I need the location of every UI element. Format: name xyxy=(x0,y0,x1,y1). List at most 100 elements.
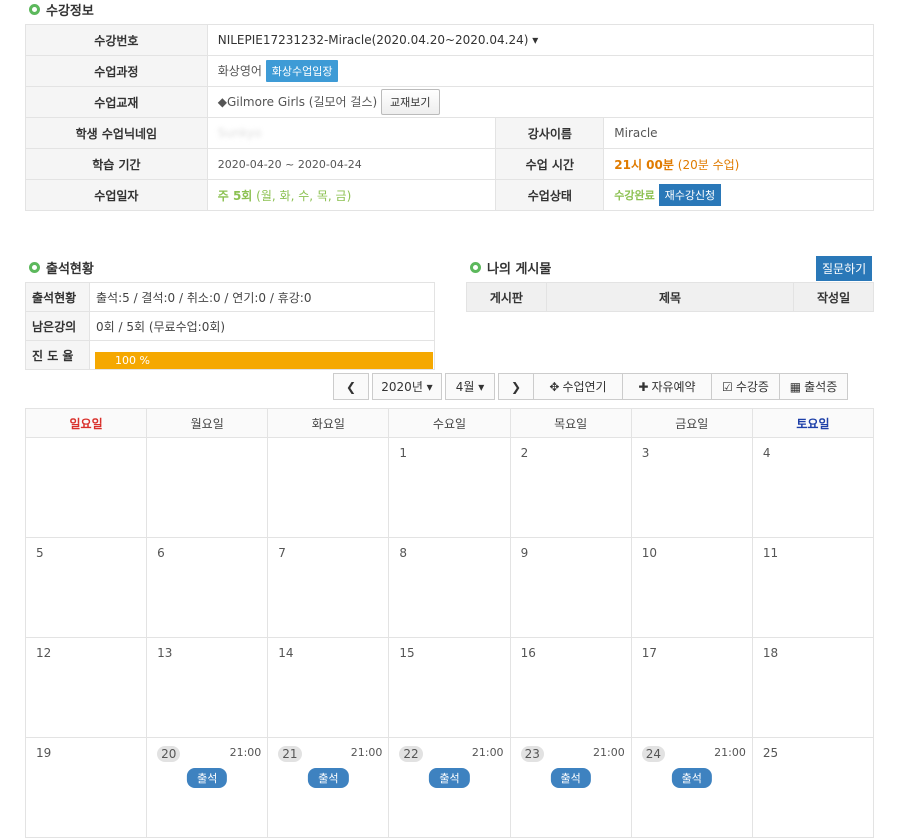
weekday-header: 금요일 xyxy=(630,408,753,438)
status-value: 수강완료 xyxy=(614,189,655,202)
prev-month-button[interactable]: ❮ xyxy=(333,373,369,400)
chevron-left-icon: ❮ xyxy=(345,379,357,394)
calendar-day-cell[interactable] xyxy=(267,437,390,538)
calendar-day-cell[interactable]: 4 xyxy=(751,437,875,538)
progress-label: 진 도 율 xyxy=(25,340,90,370)
class-time: 21:00 xyxy=(350,746,383,759)
period-value: 2020-04-20 ~ 2020-04-24 xyxy=(206,148,497,180)
calendar-day-cell[interactable]: 16 xyxy=(509,637,632,738)
posts-table: 게시판 제목 작성일 xyxy=(466,282,874,312)
circle-bullet-icon xyxy=(29,4,40,15)
weekday-header: 토요일 xyxy=(751,408,875,438)
attended-badge[interactable]: 출석 xyxy=(308,768,349,788)
next-month-button[interactable]: ❯ xyxy=(498,373,534,400)
posts-section-title: 나의 게시물 xyxy=(470,258,551,277)
calendar-day-cell[interactable]: 2 xyxy=(509,437,632,538)
attended-badge[interactable]: 출석 xyxy=(429,768,470,788)
attended-badge[interactable]: 출석 xyxy=(671,768,712,788)
day-number: 9 xyxy=(520,546,529,560)
attend-section-title: 출석현황 xyxy=(29,258,94,277)
calendar-day-cell[interactable]: 14 xyxy=(267,637,390,738)
enroll-no-label: 수강번호 xyxy=(25,24,208,56)
calendar-day-cell[interactable] xyxy=(146,437,269,538)
calendar-day-cell[interactable]: 24 21:00 출석 xyxy=(630,737,753,838)
calendar-day-cell[interactable]: 12 xyxy=(24,637,148,738)
day-number: 25 xyxy=(762,746,779,760)
day-number: 7 xyxy=(278,546,286,560)
progress-bar: 100 % xyxy=(95,352,433,369)
attended-badge[interactable]: 출석 xyxy=(550,768,591,788)
day-number: 21 xyxy=(278,746,302,762)
col-board: 게시판 xyxy=(466,282,547,312)
view-book-button[interactable]: 교재보기 xyxy=(381,89,440,115)
class-time: 21:00 xyxy=(471,746,504,759)
re-enroll-button[interactable]: 재수강신청 xyxy=(658,184,722,206)
calendar-day-cell[interactable]: 5 xyxy=(24,537,148,638)
enroll-section-title: 수강정보 xyxy=(29,0,94,19)
calendar-day-cell[interactable]: 22 21:00 출석 xyxy=(388,737,511,838)
attended-badge[interactable]: 출석 xyxy=(187,768,228,788)
day-number: 17 xyxy=(641,646,657,660)
certificate-button[interactable]: ☑ 수강증 xyxy=(711,373,780,400)
enroll-info-table: 수강번호 NILEPIE17231232-Miracle(2020.04.20~… xyxy=(25,24,875,211)
day-number: 8 xyxy=(399,546,408,560)
calendar-day-cell[interactable]: 17 xyxy=(630,637,753,738)
calendar-day-cell[interactable]: 6 xyxy=(146,537,269,638)
calendar-day-cell[interactable]: 8 xyxy=(388,537,511,638)
circle-bullet-icon xyxy=(29,262,40,273)
calendar-day-cell[interactable]: 9 xyxy=(509,537,632,638)
check-square-icon: ☑ xyxy=(722,379,733,394)
calendar-day-cell[interactable]: 13 xyxy=(146,637,269,738)
nickname-value: Sunkyo xyxy=(217,126,262,140)
day-number: 11 xyxy=(762,546,779,560)
day-number: 5 xyxy=(36,546,44,560)
remaining-label: 남은강의 xyxy=(25,311,90,341)
day-number: 16 xyxy=(520,646,536,660)
weekday-header: 목요일 xyxy=(509,408,632,438)
year-select[interactable]: 2020년 ▾ xyxy=(372,373,442,400)
day-number: 22 xyxy=(399,746,423,762)
calendar-day-cell[interactable]: 7 xyxy=(267,537,390,638)
attend-status-label: 출석현황 xyxy=(25,282,90,312)
period-label: 학습 기간 xyxy=(25,148,208,180)
weekday-header: 월요일 xyxy=(146,408,269,438)
time-label: 수업 시간 xyxy=(495,148,605,180)
days-label: 수업일자 xyxy=(25,179,208,211)
day-number: 19 xyxy=(36,746,52,760)
enroll-no-select[interactable]: NILEPIE17231232-Miracle(2020.04.20~2020.… xyxy=(218,33,539,47)
day-number: 13 xyxy=(157,646,173,660)
attendance-cert-button[interactable]: ▦ 출석증 xyxy=(779,373,848,400)
calendar-day-cell[interactable]: 20 21:00 출석 xyxy=(146,737,269,838)
day-number: 10 xyxy=(641,546,657,560)
calendar-day-cell[interactable]: 11 xyxy=(751,537,875,638)
attend-status-value: 출석:5 / 결석:0 / 취소:0 / 연기:0 / 휴강:0 xyxy=(89,282,435,312)
day-number: 15 xyxy=(399,646,415,660)
calendar-day-cell[interactable]: 18 xyxy=(751,637,875,738)
calendar-day-cell[interactable]: 10 xyxy=(630,537,753,638)
chevron-right-icon: ❯ xyxy=(510,379,522,394)
progress-text: 100 % xyxy=(115,354,150,367)
day-number: 3 xyxy=(641,446,650,460)
enter-video-class-button[interactable]: 화상수업입장 xyxy=(265,60,339,82)
ask-question-button[interactable]: 질문하기 xyxy=(816,256,873,281)
time-extra: (20분 수업) xyxy=(677,157,740,172)
calendar-day-cell[interactable] xyxy=(24,437,148,538)
calendar-icon: ▦ xyxy=(789,379,802,394)
calendar-day-cell[interactable]: 3 xyxy=(630,437,753,538)
calendar-day-cell[interactable]: 25 xyxy=(751,737,875,838)
calendar-day-cell[interactable]: 15 xyxy=(388,637,511,738)
calendar-day-cell[interactable]: 21 21:00 출석 xyxy=(267,737,390,838)
day-number: 4 xyxy=(762,446,771,460)
month-select[interactable]: 4월 ▾ xyxy=(445,373,495,400)
weekday-header: 수요일 xyxy=(388,408,511,438)
calendar-day-cell[interactable]: 23 21:00 출석 xyxy=(509,737,632,838)
time-value: 21시 00분 xyxy=(614,157,674,172)
free-reserve-button[interactable]: ✚ 자유예약 xyxy=(622,373,712,400)
attend-table: 출석현황 출석:5 / 결석:0 / 취소:0 / 연기:0 / 휴강:0 남은… xyxy=(25,282,435,370)
days-value: 주 5회 xyxy=(217,188,253,203)
day-number: 20 xyxy=(157,746,181,762)
postpone-button[interactable]: ✥ 수업연기 xyxy=(533,373,623,400)
calendar-day-cell[interactable]: 19 xyxy=(24,737,148,838)
calendar-day-cell[interactable]: 1 xyxy=(388,437,511,538)
day-number: 23 xyxy=(520,746,544,762)
